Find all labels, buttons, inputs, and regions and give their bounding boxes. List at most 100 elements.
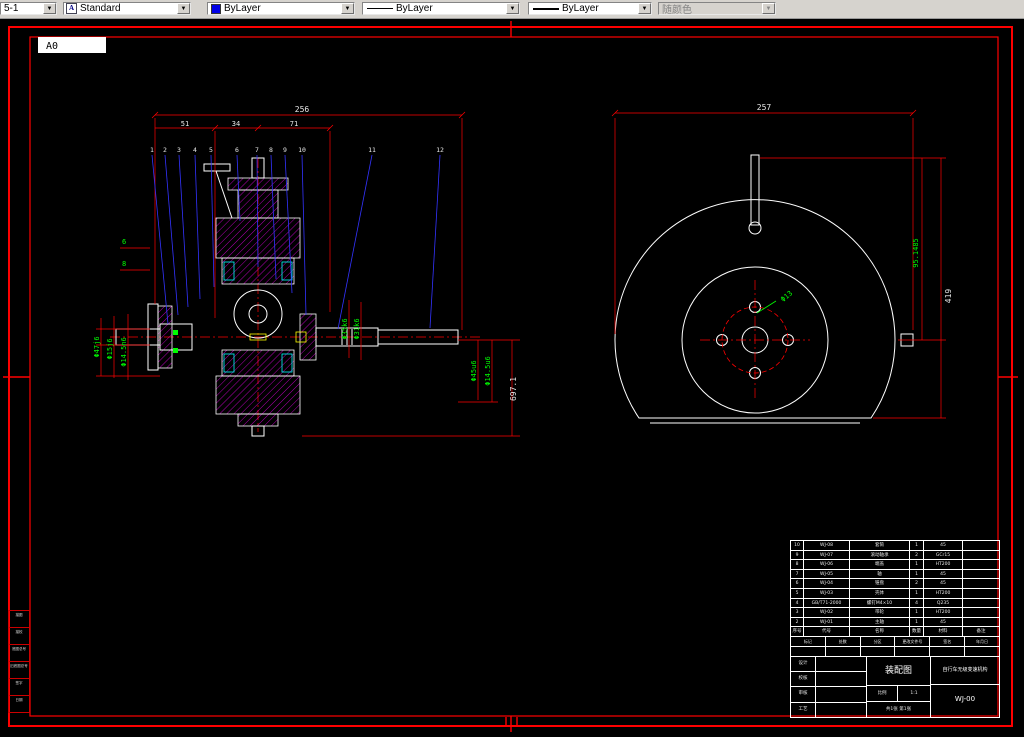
callout-number: 12: [436, 146, 444, 154]
sign-cell: [965, 647, 999, 656]
frame-strip-cell: 描图: [8, 611, 30, 628]
title-block-bottom: 设计 校核 审核 工艺 装配图 比例 1:1 共1张 第1张 自行车无级变速机构 WJ…: [791, 656, 999, 717]
signature-label: 校核: [791, 672, 816, 687]
bom-cell: GCr15: [924, 550, 963, 560]
bom-row: 9 WJ-07 滚动轴承 2 GCr15: [791, 550, 999, 561]
chevron-down-icon: ▼: [762, 3, 775, 14]
signature-blank: [816, 687, 866, 701]
signature-row: 设计: [791, 656, 866, 673]
color-combo[interactable]: ByLayer ▼: [207, 2, 355, 15]
bom-cell: HT200: [924, 588, 963, 598]
fit-dim: Φ35k6: [341, 318, 349, 339]
callout-number: 9: [283, 146, 287, 154]
bom-cell: 1: [910, 560, 924, 569]
bom-cell: 5: [791, 588, 804, 598]
bom-cell: [963, 618, 999, 627]
title-block: 10 WJ-08 套筒 1 45 9 WJ-07 滚动轴承 2 GCr15 8 WJ-06 端盖 1 HT2…: [790, 540, 1000, 718]
main-toolbar: 5-1 ▼ A Standard ▼ ByLayer ▼ ByLayer ▼ B…: [0, 0, 1024, 19]
bom-cell: 轴: [850, 569, 910, 579]
bom-cell: 1: [910, 588, 924, 598]
dim-c: 71: [290, 120, 298, 128]
dim-a: 51: [181, 120, 189, 128]
bom-cell: 3: [791, 608, 804, 617]
bom-row: 5 WJ-03 壳体 1 HT200: [791, 588, 999, 599]
sign-cell: 签名: [930, 636, 966, 646]
bom-cell: [963, 608, 999, 617]
bom-cell: 材料: [924, 627, 963, 636]
dim-total: 256: [295, 105, 310, 114]
linetype-combo[interactable]: ByLayer ▼: [362, 2, 520, 15]
fit-dim: Φ15j6: [106, 338, 114, 359]
text-style-combo[interactable]: A Standard ▼: [63, 2, 191, 15]
sign-cell: 处数: [826, 636, 861, 646]
bom-cell: 螺钉M4×10: [850, 598, 910, 608]
bom-cell: WJ-05: [804, 569, 850, 579]
hole-dim: Φ13: [779, 289, 794, 303]
sheet-size-label: A0: [46, 41, 58, 52]
bom-cell: 端盖: [850, 560, 910, 569]
bom-cell: 9: [791, 550, 804, 560]
chevron-down-icon[interactable]: ▼: [638, 3, 651, 14]
scale-value: 1:1: [910, 690, 918, 696]
bom-cell: 10: [791, 541, 804, 550]
chevron-down-icon[interactable]: ▼: [177, 3, 190, 14]
sign-row-2: [791, 646, 999, 657]
bom-cell: 备注: [976, 629, 986, 635]
chevron-down-icon[interactable]: ▼: [506, 3, 519, 14]
drawing-canvas[interactable]: A0 256 51 34 71 Φ47j6 Φ15j6 Φ14.5n6 6 8 …: [0, 18, 1024, 737]
linetype-combo-value: ByLayer: [396, 3, 433, 14]
bom-cell: 套筒: [850, 541, 910, 550]
bom-row: 8 WJ-06 端盖 1 HT200: [791, 560, 999, 570]
lineweight-combo[interactable]: ByLayer ▼: [528, 2, 652, 15]
sign-cell: [791, 646, 826, 656]
linetype-icon: [367, 8, 393, 9]
bom-cell: [963, 551, 999, 560]
signature-row: 校核: [791, 672, 866, 688]
drawing-title: 装配图: [867, 657, 930, 686]
bom-row: 7 WJ-05 轴 1 45: [791, 569, 999, 580]
sign-cell: [895, 646, 931, 656]
sign-cell: [930, 646, 966, 656]
chevron-down-icon[interactable]: ▼: [341, 3, 354, 14]
bom-cell: Q235: [924, 598, 963, 608]
sign-row: 标记 处数 分区 更改文件号 签名 年月日: [791, 636, 999, 647]
bom-cell: WJ-03: [804, 588, 850, 598]
note-dim: 8: [122, 260, 126, 268]
bom-row: 10 WJ-08 套筒 1 45: [791, 541, 999, 551]
bom-cell: 45: [924, 617, 963, 627]
signature-row: 工艺: [791, 702, 866, 717]
bom-cell: 45: [924, 541, 963, 550]
signature-label: 设计: [791, 656, 816, 672]
chevron-down-icon[interactable]: ▼: [43, 3, 56, 14]
text-style-combo-value: Standard: [80, 3, 121, 14]
bom-cell: WJ-04: [804, 579, 850, 588]
bom-cell: 2: [910, 579, 924, 588]
bom-cell: WJ-02: [804, 608, 850, 617]
bom-cell: 锥盘: [850, 579, 910, 588]
dim-right: 697.1: [509, 377, 518, 401]
layer-combo[interactable]: 5-1 ▼: [0, 2, 57, 15]
end-view[interactable]: [614, 154, 914, 424]
signature-row: 审核: [791, 687, 866, 703]
bom-cell: 1: [910, 608, 924, 617]
bom-cell: WJ-08: [804, 541, 850, 550]
fit-dim: Φ14.5u6: [484, 356, 492, 386]
bom-cell: 2: [791, 617, 804, 627]
bom-cell: 壳体: [850, 588, 910, 598]
sheet-info: 共1张 第1张: [885, 706, 912, 712]
callout-number: 8: [269, 146, 273, 154]
layer-combo-value: 5-1: [4, 3, 19, 14]
bom-cell: WJ-06: [804, 560, 850, 569]
bom-cell: 1: [910, 569, 924, 579]
frame-strip-cell: 旧底图总号: [8, 662, 30, 679]
fit-dim: Φ45u6: [470, 360, 478, 381]
color-combo-value: ByLayer: [224, 3, 261, 14]
dim-v2: 419: [944, 289, 953, 304]
signature-label: 工艺: [791, 702, 816, 717]
callout-number: 5: [209, 146, 213, 154]
fit-dim: Φ31k6: [353, 318, 361, 339]
bom-row: 4 GB/T71-2000 螺钉M4×10 4 Q235: [791, 598, 999, 609]
dim-v1: 95.1485: [912, 238, 920, 268]
section-dimensions: 256 51 34 71 Φ47j6 Φ15j6 Φ14.5n6 6 8 Φ35…: [93, 105, 520, 437]
bom-cell: 1: [910, 541, 924, 550]
